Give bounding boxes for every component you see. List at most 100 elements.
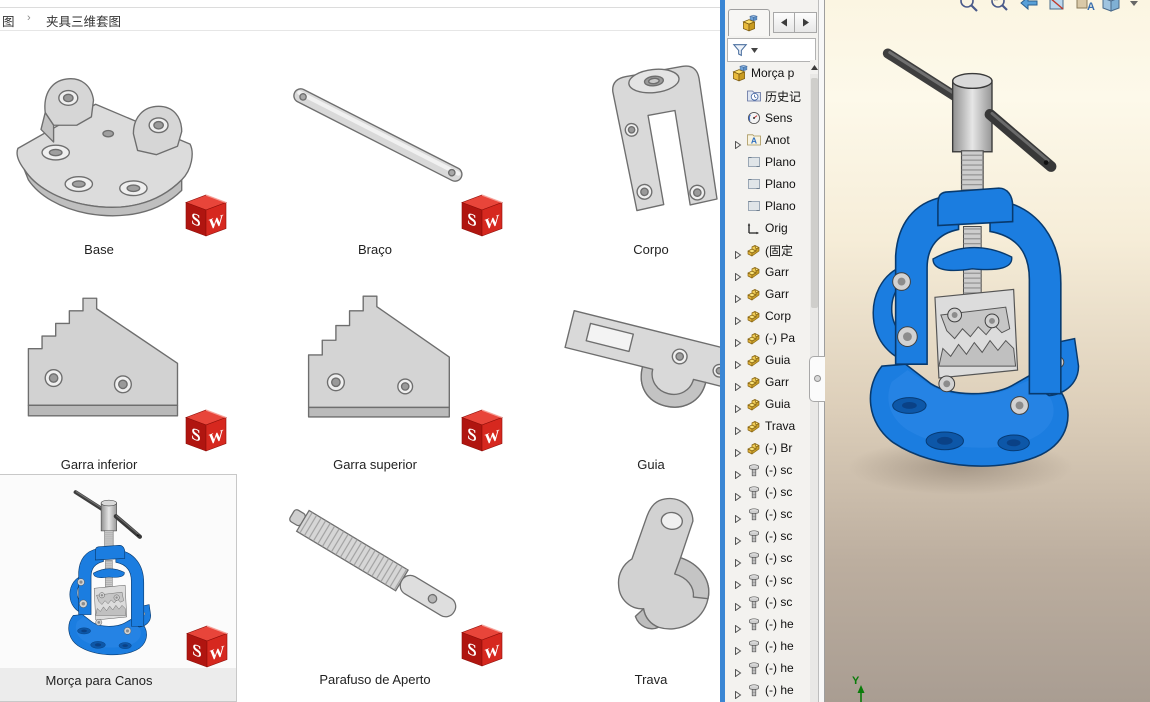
tree-item-27[interactable]: (-) he — [725, 679, 810, 701]
screw-icon — [746, 616, 762, 632]
annotations-folder-icon: A — [746, 132, 762, 148]
tree-item-7[interactable]: (固定 — [725, 239, 810, 261]
screw-icon — [746, 528, 762, 544]
dropdown-caret-icon[interactable] — [1124, 0, 1146, 14]
display-style-icon[interactable] — [1100, 0, 1122, 14]
tree-item-0[interactable]: 历史记 — [725, 85, 810, 107]
expand-arrow-icon[interactable] — [734, 620, 742, 634]
gallery-tile-corpo[interactable]: Corpo — [513, 44, 722, 259]
tree-item-1[interactable]: Sens — [725, 107, 810, 129]
scrollbar-thumb[interactable] — [811, 78, 818, 308]
expand-arrow-icon[interactable] — [734, 246, 742, 260]
previous-view-icon[interactable] — [1018, 0, 1040, 14]
expand-arrow-icon[interactable] — [734, 466, 742, 480]
tree-item-15[interactable]: Trava — [725, 415, 810, 437]
expand-arrow-icon[interactable] — [734, 488, 742, 502]
tree-item-18[interactable]: (-) sc — [725, 481, 810, 503]
part-icon — [746, 308, 762, 324]
tree-item-12[interactable]: Guia — [725, 349, 810, 371]
tree-item-25[interactable]: (-) he — [725, 635, 810, 657]
tree-item-24[interactable]: (-) he — [725, 613, 810, 635]
tree-item-22[interactable]: (-) sc — [725, 569, 810, 591]
expand-arrow-icon[interactable] — [734, 598, 742, 612]
expand-arrow-icon[interactable] — [734, 356, 742, 370]
gallery-tile-braco[interactable]: Braço — [237, 44, 513, 259]
zoom-fit-icon[interactable] — [958, 0, 980, 14]
tree-item-label: (固定 — [765, 243, 793, 258]
expand-arrow-icon[interactable] — [734, 400, 742, 414]
panel-splitter[interactable] — [818, 0, 825, 702]
tree-item-17[interactable]: (-) sc — [725, 459, 810, 481]
tree-filter-input[interactable] — [727, 38, 816, 62]
expand-arrow-icon[interactable] — [734, 290, 742, 304]
tree-item-9[interactable]: Garr — [725, 283, 810, 305]
tree-item-5[interactable]: Plano — [725, 195, 810, 217]
part-icon — [746, 264, 762, 280]
tree-item-20[interactable]: (-) sc — [725, 525, 810, 547]
expand-arrow-icon[interactable] — [734, 422, 742, 436]
expand-arrow-icon[interactable] — [734, 532, 742, 546]
tile-label: Garra inferior — [60, 457, 138, 472]
expand-arrow-icon[interactable] — [734, 312, 742, 326]
breadcrumb-current[interactable]: 夹具三维套图 — [46, 11, 121, 30]
tree-item-8[interactable]: Garr — [725, 261, 810, 283]
expand-arrow-icon[interactable] — [734, 334, 742, 348]
solidworks-logo-icon — [459, 622, 505, 668]
screw-icon — [746, 484, 762, 500]
tree-item-6[interactable]: Orig — [725, 217, 810, 239]
tree-item-11[interactable]: (-) Pa — [725, 327, 810, 349]
annotation-view-icon[interactable]: A — [1073, 0, 1095, 14]
plane-icon — [746, 154, 762, 170]
file-explorer-pane: 图 › 夹具三维套图 Base Braço Corpo Garra inferi… — [0, 0, 722, 702]
graphics-viewport[interactable]: A Y — [825, 0, 1150, 702]
tree-item-26[interactable]: (-) he — [725, 657, 810, 679]
expand-arrow-icon[interactable] — [734, 686, 742, 700]
tree-item-13[interactable]: Garr — [725, 371, 810, 393]
zoom-area-icon[interactable] — [988, 0, 1010, 14]
expand-arrow-icon[interactable] — [734, 576, 742, 590]
expand-arrow-icon[interactable] — [734, 268, 742, 282]
part-icon — [746, 374, 762, 390]
tile-label: Morça para Canos — [0, 668, 236, 701]
gallery-tile-parafuso[interactable]: Parafuso de Aperto — [237, 474, 513, 702]
screw-icon — [746, 638, 762, 654]
expand-arrow-icon[interactable] — [734, 136, 742, 150]
breadcrumb-root[interactable]: 图 — [2, 11, 15, 30]
tree-item-16[interactable]: (-) Br — [725, 437, 810, 459]
plane-icon — [746, 198, 762, 214]
expand-arrow-icon[interactable] — [734, 378, 742, 392]
panel-prev-button[interactable] — [773, 12, 795, 33]
history-folder-icon — [746, 88, 762, 104]
svg-text:A: A — [751, 136, 757, 146]
gallery-tile-base[interactable]: Base — [0, 44, 237, 259]
tree-item-23[interactable]: (-) sc — [725, 591, 810, 613]
tree-item-10[interactable]: Corp — [725, 305, 810, 327]
pipe-vise-3d-model[interactable] — [840, 20, 1085, 492]
tree-item-14[interactable]: Guia — [725, 393, 810, 415]
expand-arrow-icon[interactable] — [734, 444, 742, 458]
expand-arrow-icon[interactable] — [734, 554, 742, 568]
tree-item-label: (-) he — [765, 683, 794, 697]
tree-item-label: (-) he — [765, 661, 794, 675]
panel-collapse-handle[interactable] — [809, 356, 825, 402]
tree-item-21[interactable]: (-) sc — [725, 547, 810, 569]
tree-item-19[interactable]: (-) sc — [725, 503, 810, 525]
gallery-tile-garra-inf[interactable]: Garra inferior — [0, 259, 237, 474]
gallery-tile-vise[interactable]: Morça para Canos — [0, 474, 237, 702]
tree-item-3[interactable]: Plano — [725, 151, 810, 173]
tree-item-2[interactable]: A Anot — [725, 129, 810, 151]
part-icon — [746, 286, 762, 302]
expand-arrow-icon[interactable] — [734, 642, 742, 656]
expand-arrow-icon[interactable] — [734, 664, 742, 678]
panel-next-button[interactable] — [795, 12, 817, 33]
gallery-tile-trava[interactable]: Trava — [513, 474, 722, 702]
feature-tree: Morça p 历史记 Sens A Anot Plano Plano Plano Orig (固… — [725, 62, 810, 702]
gallery-tile-garra-sup[interactable]: Garra superior — [237, 259, 513, 474]
expand-arrow-icon[interactable] — [734, 510, 742, 524]
tree-item-label: 历史记 — [765, 89, 802, 104]
section-view-icon[interactable] — [1046, 0, 1068, 14]
tree-root-item[interactable]: Morça p — [725, 62, 810, 84]
tree-item-4[interactable]: Plano — [725, 173, 810, 195]
gallery-tile-guia[interactable]: Guia — [513, 259, 722, 474]
tab-feature-tree[interactable] — [728, 9, 770, 36]
